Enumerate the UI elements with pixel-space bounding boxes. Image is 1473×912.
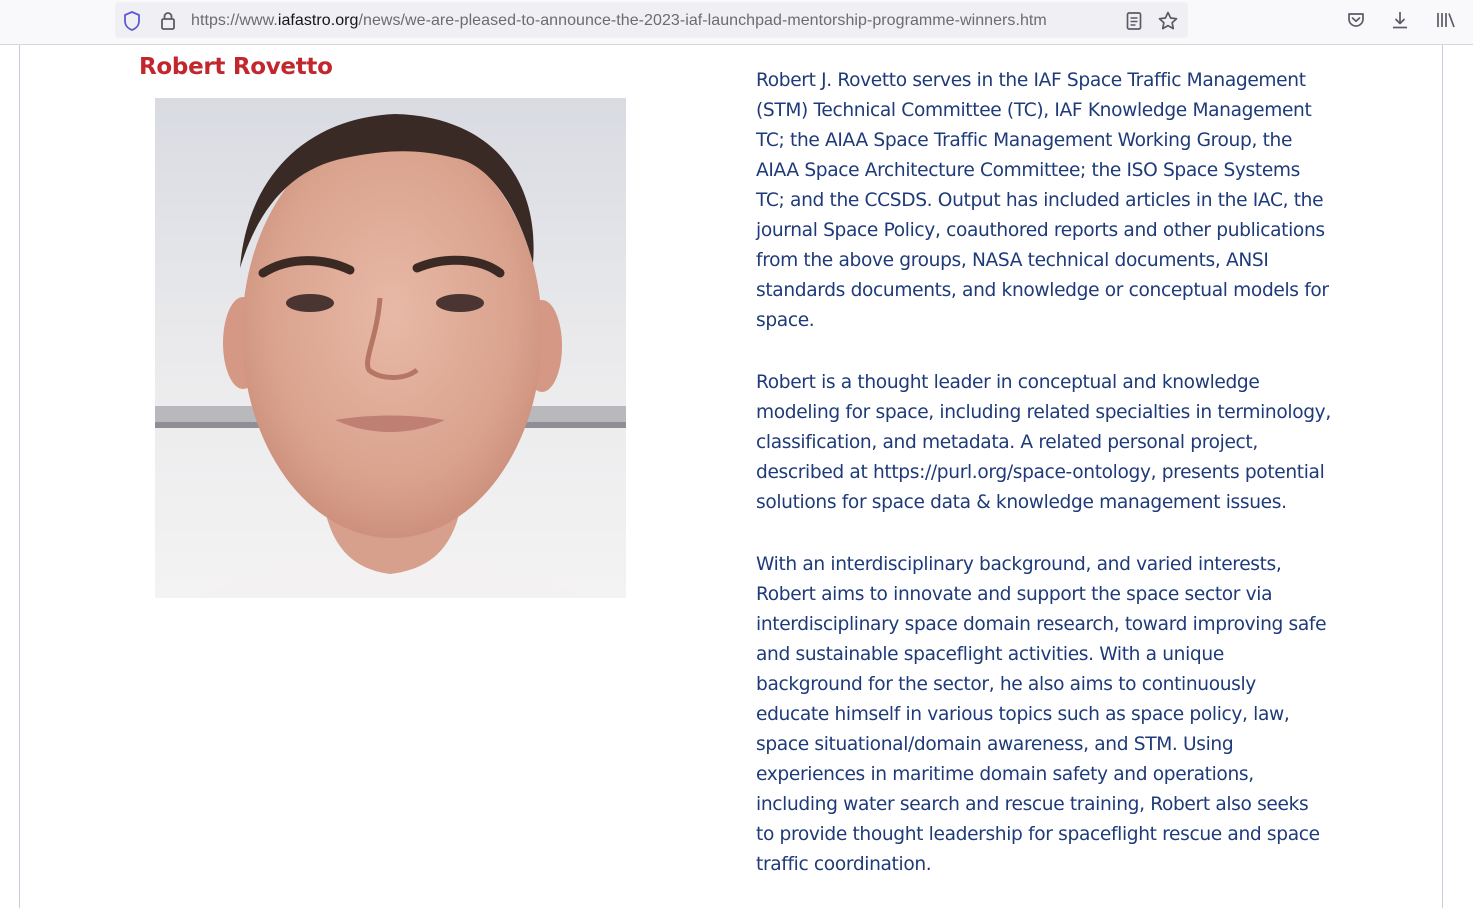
bio-paragraph: Robert J. Rovetto serves in the IAF Spac… <box>756 70 1329 331</box>
profile-bio: Robert J. Rovetto serves in the IAF Spac… <box>756 66 1331 912</box>
profile-photo <box>155 98 626 598</box>
url-fade <box>1075 8 1120 32</box>
profile-name: Robert Rovetto <box>139 54 333 80</box>
url-path: /news/we-are-pleased-to-announce-the-202… <box>358 12 1047 29</box>
lock-icon[interactable] <box>157 10 179 32</box>
browser-toolbar: https://www.iafastro.org/news/we-are-ple… <box>0 0 1473 45</box>
reader-view-icon[interactable] <box>1123 10 1145 32</box>
bookmark-star-icon[interactable] <box>1157 10 1179 32</box>
url-scheme: https://www. <box>191 12 278 29</box>
bio-paragraph: With an interdisciplinary background, an… <box>756 554 1327 875</box>
download-icon[interactable] <box>1389 9 1411 31</box>
address-bar[interactable]: https://www.iafastro.org/news/we-are-ple… <box>115 2 1188 38</box>
shield-icon[interactable] <box>121 10 143 32</box>
bio-paragraph: Robert is a thought leader in conceptual… <box>756 372 1331 513</box>
url-domain: iafastro.org <box>277 12 359 29</box>
pocket-icon[interactable] <box>1345 9 1367 31</box>
url-text[interactable]: https://www.iafastro.org/news/we-are-ple… <box>191 12 1116 30</box>
library-icon[interactable] <box>1435 9 1457 31</box>
